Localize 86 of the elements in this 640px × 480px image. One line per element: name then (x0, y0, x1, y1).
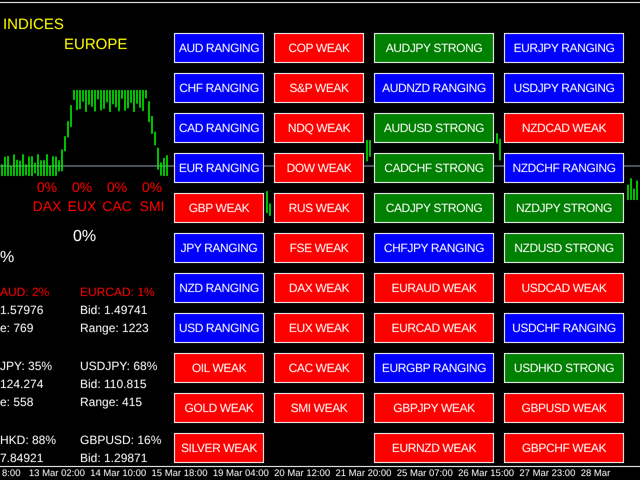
time-label: 25 Mar 07:00 (396, 467, 454, 480)
index-percent: 0% (36, 180, 58, 194)
stat-value: e: 558 (0, 396, 34, 408)
signal-button[interactable]: NZD RANGING (174, 273, 264, 303)
section-title: INDICES (3, 17, 64, 32)
index-name: EUX (66, 199, 98, 213)
signal-button[interactable]: DOW WEAK (274, 153, 364, 183)
partial-percent: % (0, 250, 14, 266)
time-label: 27 Mar 23:00 (518, 467, 576, 480)
signal-button[interactable]: AUD RANGING (174, 33, 264, 63)
signal-button[interactable]: AUDNZD RANGING (374, 73, 494, 103)
signal-button[interactable]: USDJPY RANGING (504, 73, 624, 103)
section-subtitle: EUROPE (64, 37, 128, 52)
signal-button[interactable]: AUDUSD STRONG (374, 113, 494, 143)
time-label: 28 Mar (580, 467, 612, 480)
signal-button[interactable]: EURNZD WEAK (374, 433, 494, 463)
stat-value: e: 769 (0, 322, 34, 334)
signal-button[interactable]: EURCAD WEAK (374, 313, 494, 343)
stat-value: Range: 415 (80, 396, 142, 408)
signal-button[interactable]: NZDUSD STRONG (504, 233, 624, 263)
index-name: SMI (138, 199, 166, 213)
signal-button[interactable]: CHFJPY RANGING (374, 233, 494, 263)
index-name: CAC (101, 199, 133, 213)
stat-title: HKD: 88% (0, 434, 56, 446)
time-label: 26 Mar 15:00 (457, 467, 516, 480)
stat-value: 7.84921 (0, 452, 44, 464)
stat-value: Bid: 110.815 (80, 378, 146, 390)
stat-title: AUD: 2% (0, 286, 50, 298)
signal-button[interactable]: JPY RANGING (174, 233, 264, 263)
signal-button[interactable]: CAD RANGING (174, 113, 264, 143)
price-bars-drawing (366, 139, 371, 162)
stat-title: JPY: 35% (0, 360, 52, 372)
time-label: 15 Mar 18:00 (150, 467, 208, 480)
signal-button[interactable]: EUX WEAK (274, 313, 364, 343)
signal-button[interactable]: GBPJPY WEAK (374, 393, 494, 423)
signal-button[interactable]: OIL WEAK (174, 353, 264, 383)
time-label: 21 Mar 20:00 (334, 467, 392, 480)
time-label: 20 Mar 12:00 (273, 467, 332, 480)
stat-value: 1.57976 (0, 304, 44, 316)
signal-button[interactable]: NZDJPY STRONG (504, 193, 624, 223)
signal-button[interactable]: USDCHF RANGING (504, 313, 624, 343)
index-name: DAX (32, 199, 62, 213)
stat-value: Bid: 1.49741 (80, 304, 148, 316)
stat-title: EURCAD: 1% (80, 286, 155, 298)
signal-button[interactable]: EUR RANGING (174, 153, 264, 183)
signal-button[interactable]: GBP WEAK (174, 193, 264, 223)
signal-button[interactable]: COP WEAK (274, 33, 364, 63)
signal-button[interactable]: GBPUSD WEAK (504, 393, 624, 423)
signal-button[interactable]: GBPCHF WEAK (504, 433, 624, 463)
time-label: 13 Mar 02:00 (28, 467, 86, 480)
index-percent: 0% (140, 180, 164, 194)
signal-button[interactable]: USDCAD WEAK (504, 273, 624, 303)
time-label: 14 Mar 10:00 (89, 467, 148, 480)
signal-button[interactable]: CADJPY STRONG (374, 193, 494, 223)
price-bars-drawing (627, 177, 638, 201)
signal-button[interactable]: CAC WEAK (274, 353, 364, 383)
signal-button[interactable]: NDQ WEAK (274, 113, 364, 143)
signal-button[interactable]: USDHKD STRONG (504, 353, 624, 383)
price-bars-drawing (496, 132, 501, 162)
signal-button[interactable]: USD RANGING (174, 313, 264, 343)
time-label: 19 Mar 04:00 (212, 467, 270, 480)
stat-value: 124.274 (0, 378, 44, 390)
signal-button[interactable]: DAX WEAK (274, 273, 364, 303)
signal-button[interactable]: S&P WEAK (274, 73, 364, 103)
stat-title: USDJPY: 68% (80, 360, 158, 372)
time-label: 8:00 (1, 467, 22, 480)
signal-button[interactable]: RUS WEAK (274, 193, 364, 223)
stat-value: Range: 1223 (80, 322, 149, 334)
signal-button[interactable]: NZDCHF RANGING (504, 153, 624, 183)
signal-button[interactable]: AUDJPY STRONG (374, 33, 494, 63)
signal-button[interactable]: CHF RANGING (174, 73, 264, 103)
stat-value: Bid: 1.29871 (80, 452, 148, 464)
signal-button[interactable]: EURJPY RANGING (504, 33, 624, 63)
signal-button[interactable]: NZDCAD WEAK (504, 113, 624, 143)
signal-button[interactable]: SMI WEAK (274, 393, 364, 423)
signal-button[interactable]: EURGBP RANGING (374, 353, 494, 383)
index-percent: 0% (70, 180, 94, 194)
stat-title: GBPUSD: 16% (80, 434, 162, 446)
signal-button[interactable]: EURAUD WEAK (374, 273, 494, 303)
signal-button[interactable]: GOLD WEAK (174, 393, 264, 423)
price-bars-drawing (266, 190, 271, 217)
signal-button[interactable]: CADCHF STRONG (374, 153, 494, 183)
total-percent: 0% (73, 229, 96, 245)
signal-button[interactable]: FSE WEAK (274, 233, 364, 263)
index-percent: 0% (106, 180, 128, 194)
signal-button[interactable]: SILVER WEAK (174, 433, 264, 463)
